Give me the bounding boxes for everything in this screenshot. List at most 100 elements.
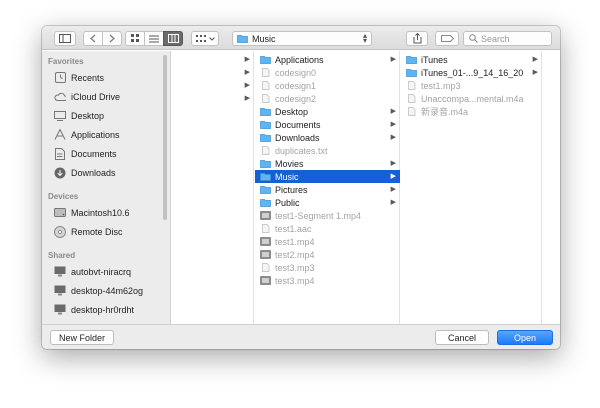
group-by-button[interactable]: [191, 31, 219, 46]
column-browser: ▶ ▶ ▶ ▶ Applications ▶ codesign0 codesign1 c…: [172, 51, 560, 344]
list-item[interactable]: ▶: [172, 79, 254, 92]
downloads-icon: [54, 167, 66, 179]
computer-icon: [54, 304, 66, 316]
list-item-label: test1.aac: [275, 223, 312, 234]
list-item[interactable]: Documents ▶: [255, 118, 400, 131]
search-placeholder: Search: [481, 33, 510, 44]
open-button[interactable]: Open: [497, 330, 553, 345]
sidebar-item-applications[interactable]: Applications: [54, 126, 120, 143]
file-icon: [260, 224, 271, 233]
list-item-label: codesign1: [275, 80, 317, 91]
list-item[interactable]: iTunes_01-...9_14_16_20 ▶: [401, 66, 542, 79]
sidebar-item-documents[interactable]: Documents: [54, 145, 117, 162]
list-item[interactable]: iTunes ▶: [401, 53, 542, 66]
disclosure-arrow-icon: ▶: [244, 69, 250, 76]
toolbar: Music ▴ ▾ Search: [42, 26, 560, 50]
sidebar-item-label: Downloads: [71, 167, 116, 178]
file-icon: [406, 81, 417, 90]
column-3: iTunes ▶ iTunes_01-...9_14_16_20 ▶ test1.mp3…: [401, 51, 542, 324]
search-field[interactable]: Search: [463, 31, 552, 46]
sidebar-item-shared-2[interactable]: desktop-44m62og: [54, 282, 143, 299]
list-item[interactable]: Music ▶: [255, 170, 400, 183]
forward-button[interactable]: [102, 31, 122, 46]
column-2: Applications ▶ codesign0 codesign1 codesign2…: [255, 51, 400, 324]
list-item-label: iTunes_01-...9_14_16_20: [421, 67, 524, 78]
list-item[interactable]: ▶: [172, 92, 254, 105]
list-item: 新录音.m4a: [401, 105, 542, 118]
list-item[interactable]: ▶: [172, 53, 254, 66]
file-icon: [260, 146, 271, 155]
sidebar-item-shared-3[interactable]: desktop-hr0rdht: [54, 301, 134, 318]
columns-icon: [167, 34, 179, 43]
computer-icon: [54, 285, 66, 297]
disclosure-arrow-icon: ▶: [532, 69, 538, 76]
share-button[interactable]: [406, 31, 428, 46]
list-item[interactable]: Desktop ▶: [255, 105, 400, 118]
devices-heading: Devices: [48, 192, 79, 201]
harddrive-icon: [54, 207, 66, 219]
disclosure-arrow-icon: ▶: [390, 186, 396, 193]
disclosure-arrow-icon: ▶: [390, 121, 396, 128]
folder-icon: [260, 198, 271, 207]
sidebar-item-recents[interactable]: Recents: [54, 69, 104, 86]
column-view-button[interactable]: [163, 31, 183, 46]
list-item[interactable]: Pictures ▶: [255, 183, 400, 196]
sidebar-item-label: Recents: [71, 72, 105, 83]
sidebar-item-label: Desktop: [71, 110, 105, 121]
list-item-label: test1.mp3: [421, 80, 461, 91]
path-popup-label: Music: [252, 33, 276, 44]
list-view-button[interactable]: [144, 31, 164, 46]
list-item-label: Documents: [275, 119, 321, 130]
sidebar-item-downloads[interactable]: Downloads: [54, 164, 116, 181]
list-item: duplicates.txt: [255, 144, 400, 157]
list-item: test3.mp3: [255, 261, 400, 274]
folder-icon: [260, 120, 271, 129]
list-item: test3.mp4: [255, 274, 400, 287]
sidebar-item-desktop[interactable]: Desktop: [54, 107, 104, 124]
list-item[interactable]: Public ▶: [255, 196, 400, 209]
sidebar-item-icloud-drive[interactable]: iCloud Drive: [54, 88, 120, 105]
list-item-label: iTunes: [421, 54, 448, 65]
computer-icon: [54, 266, 66, 278]
sidebar-item-label: desktop-44m62og: [71, 285, 144, 296]
disclosure-arrow-icon: ▶: [390, 160, 396, 167]
list-item-label: Music: [275, 171, 299, 182]
sidebar-toggle-button[interactable]: [54, 31, 76, 46]
sidebar-item-macintosh[interactable]: Macintosh10.6: [54, 204, 130, 221]
file-icon: [406, 94, 417, 103]
list-item-label: Desktop: [275, 106, 309, 117]
cloud-icon: [54, 91, 66, 103]
grid-icon: [130, 34, 139, 42]
list-item: codesign2: [255, 92, 400, 105]
disclosure-arrow-icon: ▶: [532, 56, 538, 63]
back-button[interactable]: [83, 31, 103, 46]
list-item[interactable]: Movies ▶: [255, 157, 400, 170]
list-item[interactable]: ▶: [172, 66, 254, 79]
path-popup[interactable]: Music ▴ ▾: [232, 31, 372, 46]
disclosure-arrow-icon: ▶: [390, 134, 396, 141]
list-item-label: test3.mp3: [275, 262, 315, 273]
folder-icon: [260, 55, 271, 64]
sidebar-item-shared-1[interactable]: autobvt-niracrq: [54, 263, 131, 280]
list-item: test1.aac: [255, 222, 400, 235]
video-file-icon: [260, 276, 271, 285]
tags-button[interactable]: [435, 31, 459, 46]
file-icon: [260, 94, 271, 103]
list-item-label: Applications: [275, 54, 324, 65]
sidebar-item-label: desktop-hr0rdht: [71, 304, 135, 315]
icon-view-button[interactable]: [125, 31, 145, 46]
sidebar-scrollbar[interactable]: [163, 55, 167, 220]
list-item-label: test1-Segment 1.mp4: [275, 210, 362, 221]
disclosure-arrow-icon: ▶: [390, 199, 396, 206]
new-folder-button[interactable]: New Folder: [50, 330, 114, 345]
video-file-icon: [260, 211, 271, 220]
list-item: codesign1: [255, 79, 400, 92]
list-item[interactable]: Applications ▶: [255, 53, 400, 66]
sidebar-item-remote-disc[interactable]: Remote Disc: [54, 223, 123, 240]
tag-icon: [440, 35, 454, 42]
list-item[interactable]: Downloads ▶: [255, 131, 400, 144]
disclosure-arrow-icon: ▶: [244, 82, 250, 89]
sidebar: Favorites Recents iCloud Drive Desktop A…: [42, 51, 171, 324]
cancel-button[interactable]: Cancel: [435, 330, 489, 345]
chevron-left-icon: [90, 34, 96, 43]
